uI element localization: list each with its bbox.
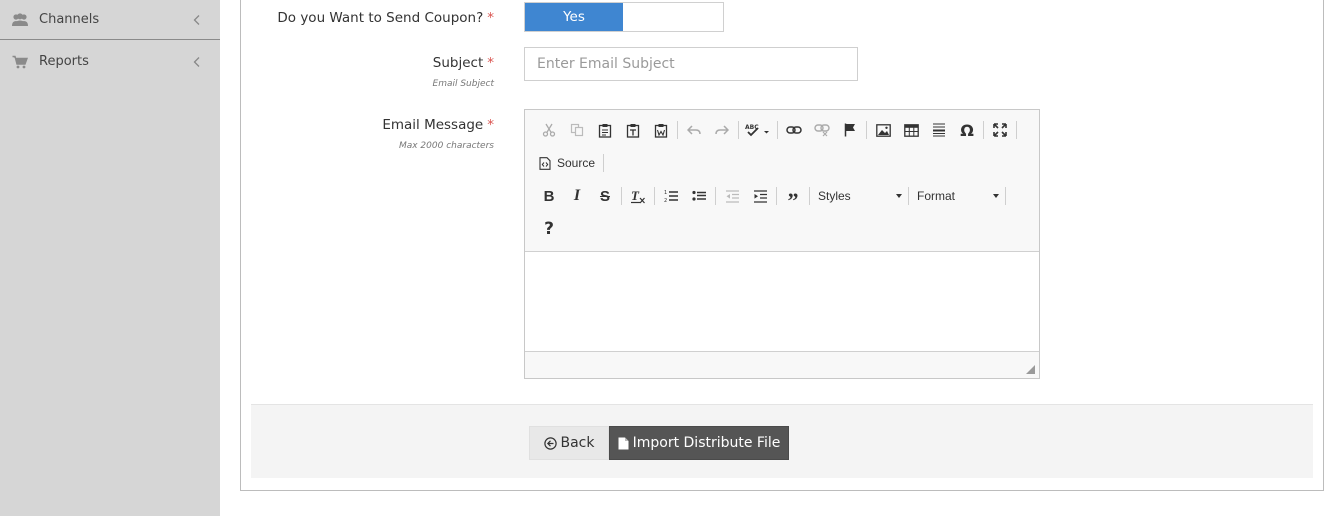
format-dropdown[interactable]: Format (911, 184, 1003, 208)
spellcheck-icon[interactable]: ABC (741, 116, 775, 144)
help-icon[interactable]: ? (535, 215, 563, 243)
required-marker: * (487, 10, 494, 26)
toolbar-row-1: ABC Ω (535, 115, 1019, 145)
rich-text-editor: ABC Ω Source B I S T 1 2 ” Styles Format… (524, 109, 1040, 379)
special-char-icon[interactable]: Ω (953, 116, 981, 144)
maximize-icon[interactable] (986, 116, 1014, 144)
coupon-label-text: Do you Want to Send Coupon? (277, 10, 484, 26)
email-message-label-text: Email Message (382, 117, 484, 133)
styles-dropdown[interactable]: Styles (812, 184, 906, 208)
import-distribute-file-button[interactable]: Import Distribute File (609, 426, 789, 460)
sidebar-item-label: Reports (39, 54, 89, 69)
source-icon (539, 156, 551, 170)
toolbar-separator (983, 121, 984, 139)
image-icon[interactable] (869, 116, 897, 144)
svg-text:1: 1 (664, 190, 667, 196)
coupon-label: Do you Want to Send Coupon? * (277, 10, 494, 26)
required-marker: * (487, 117, 494, 133)
caret-down-icon (993, 194, 999, 198)
paste-text-icon[interactable] (619, 116, 647, 144)
sidebar-item-channels[interactable]: Channels (0, 0, 220, 40)
toolbar-row-2: Source (535, 148, 606, 178)
bold-icon[interactable]: B (535, 182, 563, 210)
editor-content-area[interactable] (525, 251, 1039, 352)
editor-toolbar: ABC Ω Source B I S T 1 2 ” Styles Format… (525, 110, 1039, 251)
format-label: Format (917, 189, 956, 203)
toolbar-separator (1005, 187, 1006, 205)
outdent-icon[interactable] (718, 182, 746, 210)
subject-hint: Email Subject (432, 79, 494, 89)
source-label: Source (557, 156, 596, 170)
toolbar-separator (621, 187, 622, 205)
toggle-yes[interactable]: Yes (525, 3, 623, 31)
chevron-left-icon (192, 14, 202, 26)
required-marker: * (487, 55, 494, 71)
email-message-label: Email Message * (382, 117, 494, 133)
table-icon[interactable] (897, 116, 925, 144)
undo-icon[interactable] (680, 116, 708, 144)
arrow-circle-left-icon (543, 436, 557, 450)
svg-text:T: T (631, 189, 640, 203)
email-message-hint: Max 2000 characters (398, 141, 494, 151)
copy-icon[interactable] (563, 116, 591, 144)
styles-label: Styles (818, 189, 851, 203)
toolbar-row-3: B I S T 12 ” Styles Format (535, 181, 1008, 213)
chevron-left-icon (192, 56, 202, 68)
sidebar-item-label: Channels (39, 12, 100, 27)
redo-icon[interactable] (708, 116, 736, 144)
numbered-list-icon[interactable]: 12 (657, 182, 685, 210)
toolbar-separator (715, 187, 716, 205)
toolbar-separator (777, 121, 778, 139)
resize-handle-icon[interactable] (1026, 365, 1035, 374)
subject-label: Subject * (433, 55, 494, 71)
cut-icon[interactable] (535, 116, 563, 144)
toolbar-separator (603, 154, 605, 172)
toolbar-separator (738, 121, 739, 139)
form-actions: Back Import Distribute File (251, 404, 1313, 478)
source-button[interactable]: Source (535, 149, 601, 177)
strikethrough-icon[interactable]: S (591, 182, 619, 210)
horizontal-line-icon[interactable] (925, 116, 953, 144)
back-button[interactable]: Back (529, 426, 609, 460)
toolbar-separator (908, 187, 909, 205)
toolbar-separator (776, 187, 777, 205)
import-label: Import Distribute File (632, 435, 781, 451)
remove-format-icon[interactable]: T (624, 182, 652, 210)
unlink-icon[interactable] (808, 116, 836, 144)
subject-label-text: Subject (432, 55, 484, 71)
cart-icon (11, 54, 29, 70)
sidebar-item-reports[interactable]: Reports (0, 41, 220, 82)
indent-icon[interactable] (746, 182, 774, 210)
sidebar: Channels Reports (0, 0, 220, 516)
svg-text:2: 2 (664, 198, 667, 203)
caret-down-icon (896, 194, 902, 198)
coupon-toggle[interactable]: Yes (524, 2, 724, 32)
back-label: Back (560, 435, 595, 451)
bulleted-list-icon[interactable] (685, 182, 713, 210)
blockquote-icon[interactable]: ” (779, 182, 807, 213)
file-icon (618, 437, 629, 449)
paste-word-icon[interactable] (647, 116, 675, 144)
toolbar-separator (866, 121, 867, 139)
paste-icon[interactable] (591, 116, 619, 144)
anchor-flag-icon[interactable] (836, 116, 864, 144)
toolbar-separator (1016, 121, 1017, 139)
toolbar-separator (809, 187, 810, 205)
toolbar-separator (654, 187, 655, 205)
italic-icon[interactable]: I (563, 182, 591, 210)
users-icon (11, 12, 29, 28)
toolbar-row-4: ? (535, 214, 563, 244)
toolbar-separator (677, 121, 678, 139)
link-icon[interactable] (780, 116, 808, 144)
subject-input[interactable] (524, 47, 858, 81)
